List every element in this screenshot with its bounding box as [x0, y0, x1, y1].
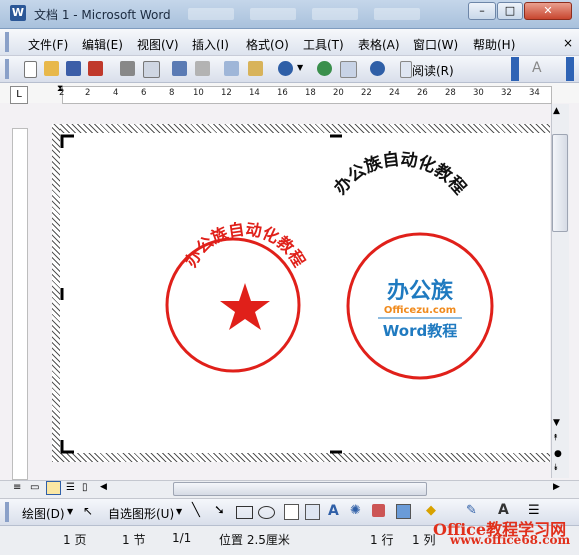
- scroll-right-icon[interactable]: ▶: [553, 482, 560, 492]
- wordart-icon[interactable]: A: [328, 503, 339, 519]
- select-browse-object-icon[interactable]: ●: [554, 449, 562, 459]
- document-graphics: 办公族自动化教程 办公族自动化教程 办公族 Officezu.com Word教…: [60, 134, 494, 454]
- insert-picture-icon[interactable]: [396, 504, 411, 519]
- canvas-crop-marks: [60, 134, 342, 454]
- select-objects-icon[interactable]: ↖: [83, 504, 93, 518]
- line-icon[interactable]: ╲: [192, 503, 200, 518]
- stamp-arc-text[interactable]: 办公族自动化教程: [181, 220, 309, 271]
- outline-view-icon[interactable]: ☰: [66, 482, 75, 493]
- next-page-icon[interactable]: ⯯: [553, 463, 558, 473]
- logo-sub-text: Word教程: [383, 322, 457, 340]
- text-box-icon[interactable]: [284, 504, 299, 520]
- status-page-count: 1/1: [172, 531, 192, 545]
- normal-view-icon[interactable]: ≡: [13, 482, 21, 493]
- oval-icon[interactable]: [258, 506, 275, 519]
- diagram-icon[interactable]: ✺: [350, 503, 361, 518]
- status-line: 1 行: [370, 533, 394, 547]
- autoshapes-menu[interactable]: 自选图形(U): [108, 505, 174, 522]
- print-layout-view-icon[interactable]: [46, 481, 61, 495]
- autoshapes-dropdown-icon[interactable]: ▼: [176, 507, 182, 516]
- logo-main-text: 办公族: [387, 278, 454, 304]
- vertical-text-box-icon[interactable]: [305, 504, 320, 520]
- arrow-icon[interactable]: ➘: [214, 503, 225, 518]
- arc-wordart[interactable]: 办公族自动化教程: [330, 149, 470, 199]
- draw-dropdown-icon[interactable]: ▼: [67, 507, 73, 516]
- logo-site-text: Officezu.com: [384, 305, 456, 316]
- scroll-left-icon[interactable]: ◀: [100, 482, 107, 492]
- drawing-toolbar-grip[interactable]: [5, 502, 9, 522]
- status-section: 1 节: [122, 533, 146, 547]
- draw-menu[interactable]: 绘图(D): [22, 505, 65, 522]
- status-column: 1 列: [412, 533, 436, 547]
- horizontal-scroll-thumb[interactable]: [173, 482, 427, 496]
- previous-page-icon[interactable]: ⯭: [553, 433, 558, 443]
- vertical-scroll-thumb[interactable]: [552, 134, 568, 232]
- clip-art-icon[interactable]: [372, 504, 385, 517]
- site-watermark-url: www.office68.com: [450, 533, 571, 547]
- reading-view-icon[interactable]: ▯: [82, 482, 88, 493]
- status-page: 1 页: [63, 533, 87, 547]
- web-view-icon[interactable]: ▭: [30, 482, 39, 493]
- status-position: 位置 2.5厘米: [219, 533, 290, 547]
- scroll-up-icon[interactable]: ▲: [553, 106, 560, 116]
- rectangle-icon[interactable]: [236, 506, 253, 519]
- scroll-down-icon[interactable]: ▼: [553, 418, 560, 428]
- star-icon[interactable]: [220, 283, 270, 330]
